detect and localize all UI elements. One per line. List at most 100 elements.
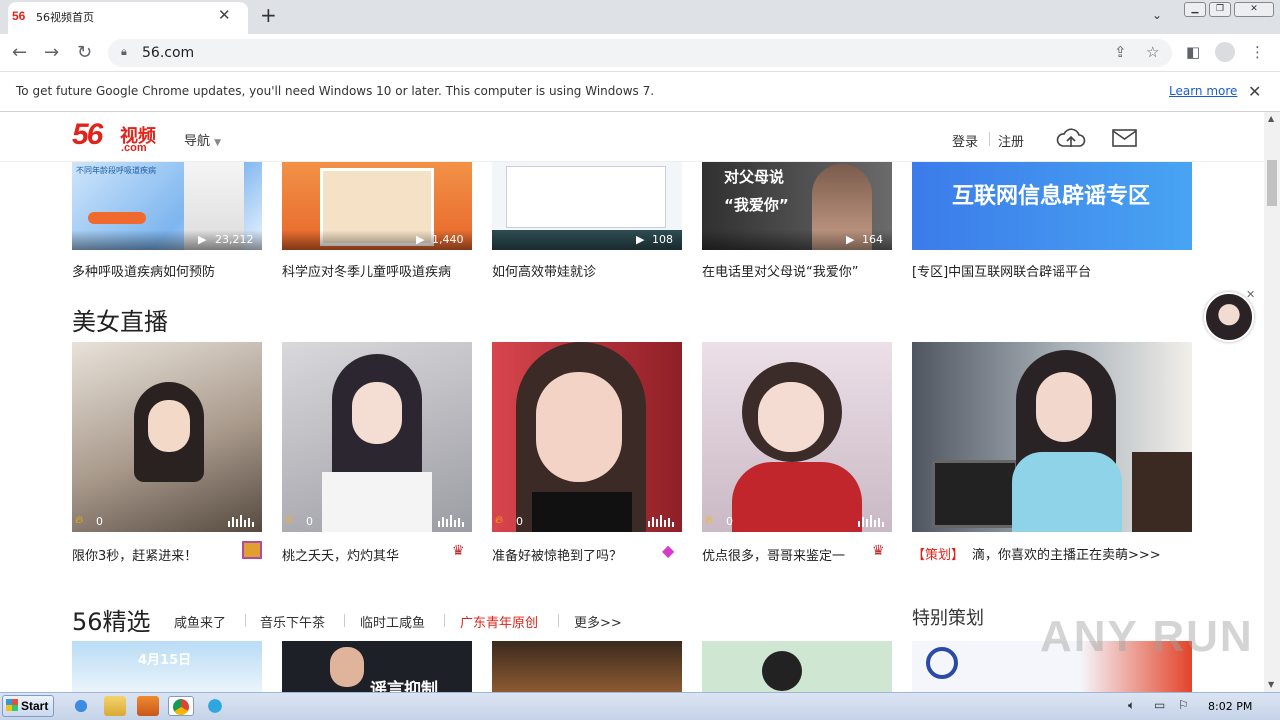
view-count: 23,212 (215, 233, 254, 246)
featured-tab[interactable]: 音乐下午茶 (260, 612, 325, 631)
message-envelope-icon[interactable] (1112, 128, 1138, 148)
nav-label: 导航 (184, 134, 211, 149)
fire-icon: 🔥︎ (75, 513, 84, 526)
featured-thumbnail[interactable] (492, 641, 682, 692)
video-title[interactable]: 在电话里对父母说“我爱你” (702, 261, 858, 280)
viewer-count: 0 (306, 515, 313, 528)
banner-title: 互联网信息辟谣专区 (952, 184, 1151, 209)
side-panel-icon[interactable]: ◧ (1186, 43, 1200, 61)
view-count: 108 (652, 233, 673, 246)
video-title[interactable]: [专区]中国互联网联合辟谣平台 (912, 261, 1091, 280)
login-link[interactable]: 登录 (952, 131, 978, 150)
back-button[interactable]: ← (12, 42, 27, 63)
action-center-flag-icon[interactable]: ⚐ (1178, 698, 1189, 712)
close-window-button[interactable]: ✕ (1234, 2, 1274, 17)
share-icon[interactable]: ⇪ (1114, 43, 1127, 61)
bookmark-star-icon[interactable]: ☆ (1146, 43, 1159, 61)
fire-icon: 🔥︎ (495, 513, 504, 526)
explorer-folder-icon[interactable] (104, 696, 126, 716)
play-icon: ▶ (636, 233, 645, 246)
video-title[interactable]: 如何高效带娃就诊 (492, 261, 596, 280)
forward-button[interactable]: → (44, 42, 59, 63)
live-title[interactable]: 限你3秒，赶紧进来！ (72, 545, 197, 564)
restore-button[interactable]: ❐ (1209, 2, 1231, 17)
volume-icon[interactable]: 🔈︎ (1128, 698, 1135, 713)
live-thumbnail[interactable] (702, 342, 892, 532)
caret-down-icon: ▼ (214, 138, 222, 148)
tab-close-icon[interactable]: ✕ (218, 6, 231, 24)
new-tab-button[interactable]: + (260, 3, 277, 27)
tab-favicon: 56 (12, 9, 26, 23)
viewer-count: 0 (726, 515, 733, 528)
video-title[interactable]: 多种呼吸道疾病如何预防 (72, 261, 215, 280)
featured-thumbnail[interactable]: 4月15日 (72, 641, 262, 692)
live-title[interactable]: 优点很多，哥哥来鉴定一 (702, 545, 845, 564)
more-link[interactable]: 更多>> (574, 612, 622, 631)
featured-thumbnail[interactable] (702, 641, 892, 692)
edge-icon[interactable] (204, 696, 226, 716)
register-link[interactable]: 注册 (998, 131, 1024, 150)
award-logo-icon (926, 647, 958, 679)
live-thumbnail[interactable] (492, 342, 682, 532)
fire-icon: 🔥︎ (285, 513, 294, 526)
viewer-count: 0 (96, 515, 103, 528)
scroll-up-icon[interactable]: ▲ (1268, 114, 1274, 123)
promo-tag[interactable]: 【策划】 (912, 544, 964, 563)
viewer-count: 0 (516, 515, 523, 528)
play-icon: ▶ (846, 233, 855, 246)
featured-thumbnail[interactable]: 谣言抑制 (282, 641, 472, 692)
anyrun-watermark: ANY RUN (1040, 612, 1254, 661)
live-thumbnail[interactable] (72, 342, 262, 532)
profile-avatar[interactable] (1215, 42, 1235, 62)
ie-icon[interactable] (70, 696, 92, 716)
nav-menu[interactable]: 导航 ▼ (184, 130, 221, 149)
special-title: 特别策划 (912, 608, 984, 629)
play-icon: ▶ (198, 233, 207, 246)
tab-title[interactable]: 56视频首页 (36, 9, 94, 25)
address-bar[interactable] (108, 39, 1172, 67)
featured-tab[interactable]: 临时工咸鱼 (360, 612, 425, 631)
scroll-down-icon[interactable]: ▼ (1268, 680, 1274, 689)
equalizer-icon (858, 515, 884, 527)
minimize-button[interactable]: ▁ (1184, 2, 1206, 17)
url-text[interactable]: 56.com (142, 45, 194, 61)
chrome-icon (173, 699, 189, 715)
banner-thumbnail[interactable]: 互联网信息辟谣专区 (912, 160, 1192, 250)
live-promo-thumbnail[interactable] (912, 342, 1192, 532)
featured-tab-active[interactable]: 广东青年原创 (460, 612, 538, 631)
infobar-close-icon[interactable]: ✕ (1248, 82, 1261, 101)
fire-icon: 🔥︎ (705, 513, 714, 526)
floating-close-icon[interactable]: ✕ (1246, 288, 1255, 301)
play-icon: ▶ (416, 233, 425, 246)
equalizer-icon (648, 515, 674, 527)
section-title-featured: 56精选 (72, 608, 151, 636)
upload-cloud-icon[interactable] (1056, 126, 1086, 150)
scrollbar-thumb[interactable] (1267, 160, 1277, 206)
site-logo-com[interactable]: .com (121, 142, 147, 154)
taskbar-clock[interactable]: 8:02 PM (1208, 700, 1252, 713)
live-title[interactable]: 桃之夭夭，灼灼其华 (282, 545, 399, 564)
live-title[interactable]: 准备好被惊艳到了吗？ (492, 545, 622, 564)
lock-icon[interactable]: 🔒︎ (121, 45, 127, 59)
site-logo[interactable]: 56 (72, 118, 103, 152)
video-title[interactable]: 科学应对冬季儿童呼吸道疾病 (282, 261, 451, 280)
section-title-live: 美女直播 (72, 308, 168, 336)
reload-button[interactable]: ↻ (77, 42, 92, 63)
view-count: 164 (862, 233, 883, 246)
windows-logo-icon (6, 699, 18, 711)
network-icon[interactable]: ▭ (1154, 698, 1165, 712)
crown-badge-icon: ♛ (872, 543, 885, 559)
diamond-badge-icon: ◆ (662, 541, 675, 560)
infobar-message: To get future Google Chrome updates, you… (16, 84, 655, 98)
live-thumbnail[interactable] (282, 342, 472, 532)
level-badge-icon (242, 541, 262, 559)
tab-search-chevron-icon[interactable]: ⌄ (1152, 8, 1162, 22)
promo-text[interactable]: 滴，你喜欢的主播正在卖萌>>> (972, 544, 1161, 563)
featured-tab[interactable]: 咸鱼来了 (174, 612, 226, 631)
crown-badge-icon: ♛ (452, 543, 465, 559)
equalizer-icon (438, 515, 464, 527)
learn-more-link[interactable]: Learn more (1169, 84, 1237, 98)
menu-kebab-icon[interactable]: ⋮ (1250, 43, 1265, 61)
media-player-icon[interactable] (137, 696, 159, 716)
view-count: 1,440 (432, 233, 464, 246)
